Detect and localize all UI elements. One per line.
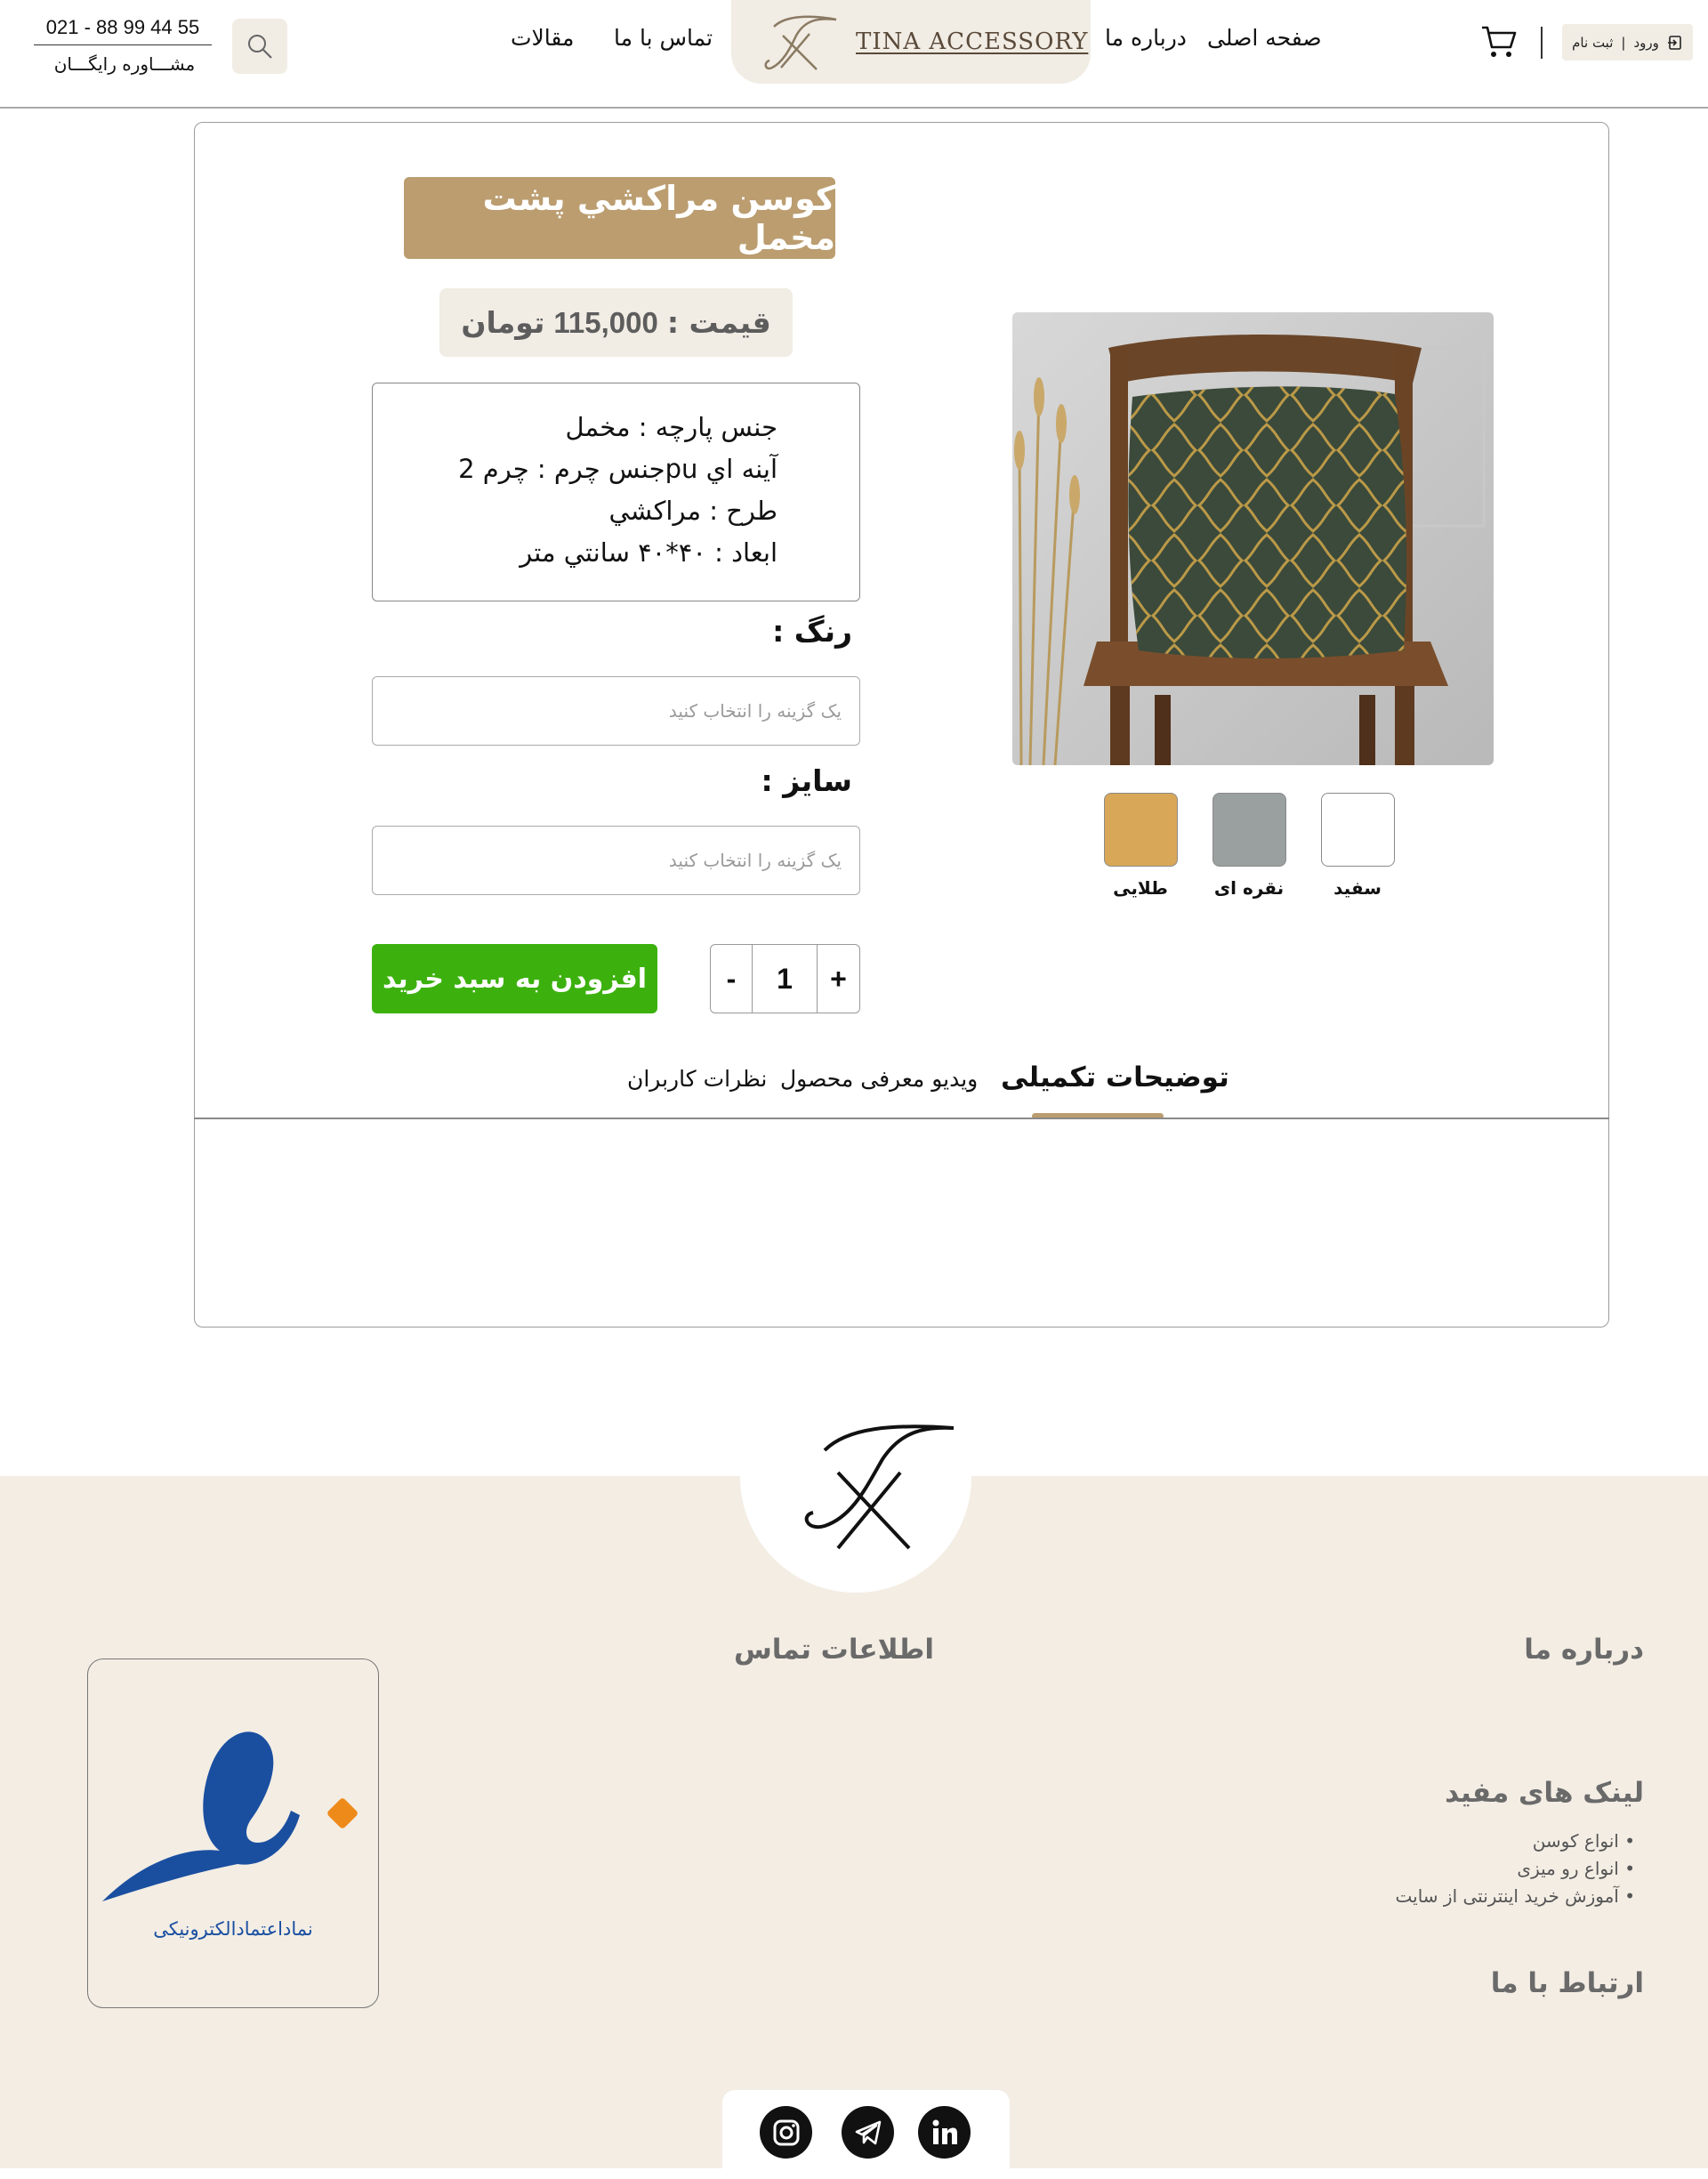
size-select[interactable]: یک گزینه را انتخاب کنید <box>372 826 860 895</box>
color-label: رنگ : <box>772 614 852 649</box>
enamad-text: نماداعتمادالکترونیکی <box>153 1918 313 1940</box>
login-register-button[interactable]: ورود | ثبت نام <box>1562 24 1693 61</box>
add-to-cart-button[interactable]: افزودن به سبد خرید <box>372 944 657 1013</box>
cart-icon[interactable] <box>1480 24 1518 60</box>
login-icon <box>1667 35 1681 50</box>
price-label: قیمت : <box>666 305 771 340</box>
spec-leather: آينه اي puجنس چرم : چرم 2 <box>458 454 777 484</box>
nav-articles[interactable]: مقالات <box>511 25 574 51</box>
phone-number[interactable]: 021 - 88 99 44 55 <box>34 16 212 45</box>
free-advice-label: مشـــاوره رایگـــان <box>53 53 196 75</box>
footer-about-heading: درباره ما <box>1524 1634 1644 1666</box>
footer-links-heading: لینک های مفید <box>1445 1777 1644 1809</box>
footer-link-cushions[interactable]: • انواع کوسن <box>1533 1830 1635 1852</box>
swatch-white-label: سفید <box>1333 877 1382 899</box>
qty-value[interactable]: 1 <box>753 945 818 1013</box>
footer-link-tutorial[interactable]: • آموزش خرید اینترنتی از سایت <box>1396 1885 1636 1907</box>
size-label: سایز : <box>761 763 852 798</box>
quantity-stepper: - 1 + <box>710 944 860 1013</box>
brand-monogram-icon <box>804 1424 955 1550</box>
swatch-gold[interactable] <box>1104 793 1178 867</box>
product-title: كوسن مراكشي پشت مخمل <box>404 177 835 259</box>
linkedin-icon <box>932 2119 957 2144</box>
tab-reviews[interactable]: نظرات کاربران <box>627 1066 767 1092</box>
color-select[interactable]: یک گزینه را انتخاب کنید <box>372 676 860 746</box>
size-select-placeholder: یک گزینه را انتخاب کنید <box>668 850 842 871</box>
color-select-placeholder: یک گزینه را انتخاب کنید <box>668 700 842 722</box>
qty-increase-button[interactable]: + <box>818 945 859 1013</box>
telegram-icon <box>855 2120 881 2144</box>
nav-home[interactable]: صفحه اصلی <box>1207 25 1322 51</box>
spec-pattern: طرح : مراكشي <box>608 496 777 526</box>
search-button[interactable] <box>232 19 287 74</box>
brand-name: TINA ACCESSORY <box>856 28 1089 55</box>
swatch-gold-label: طلایی <box>1113 877 1168 899</box>
spec-box: جنس پارچه : مخمل آينه اي puجنس چرم : چرم… <box>372 383 860 601</box>
product-image[interactable] <box>1012 312 1494 765</box>
qty-decrease-button[interactable]: - <box>711 945 753 1013</box>
brand-monogram-icon <box>764 15 837 70</box>
register-link[interactable]: ثبت نام <box>1572 35 1613 51</box>
price-value: 115,000 <box>553 305 658 339</box>
footer-contact-heading: اطلاعات تماس <box>734 1634 934 1666</box>
footer-link-tablecloths[interactable]: • انواع رو میزی <box>1517 1858 1635 1879</box>
tabs-divider <box>194 1118 1609 1119</box>
swatch-silver[interactable] <box>1213 793 1286 867</box>
telegram-button[interactable] <box>842 2106 894 2159</box>
instagram-icon <box>773 2119 799 2145</box>
login-separator: | <box>1621 34 1626 51</box>
nav-about[interactable]: درباره ما <box>1105 25 1187 51</box>
price-currency: تومان <box>461 305 545 340</box>
linkedin-button[interactable] <box>918 2106 971 2159</box>
spec-dimensions: ابعاد : ۴۰*۴۰ سانتي متر <box>520 537 777 568</box>
login-link[interactable]: ورود <box>1633 35 1658 51</box>
spec-fabric: جنس پارچه : مخمل <box>565 412 777 442</box>
search-icon <box>248 35 272 59</box>
nav-contact[interactable]: تماس با ما <box>614 25 713 51</box>
enamad-logo-icon <box>102 1731 358 1901</box>
header-divider <box>1541 27 1543 59</box>
tab-description[interactable]: توضیحات تکمیلی <box>1001 1061 1229 1094</box>
footer-logo <box>740 1375 971 1593</box>
product-photo <box>1012 312 1494 765</box>
footer-connect-heading: ارتباط با ما <box>1490 1967 1644 1999</box>
price-box: قیمت : 115,000 تومان <box>439 288 793 357</box>
swatch-white[interactable] <box>1321 793 1395 867</box>
instagram-button[interactable] <box>760 2106 812 2159</box>
swatch-silver-label: نقره ای <box>1213 877 1285 899</box>
enamad-badge[interactable] <box>87 1658 379 2008</box>
tab-video[interactable]: ویدیو معرفی محصول <box>780 1066 978 1092</box>
